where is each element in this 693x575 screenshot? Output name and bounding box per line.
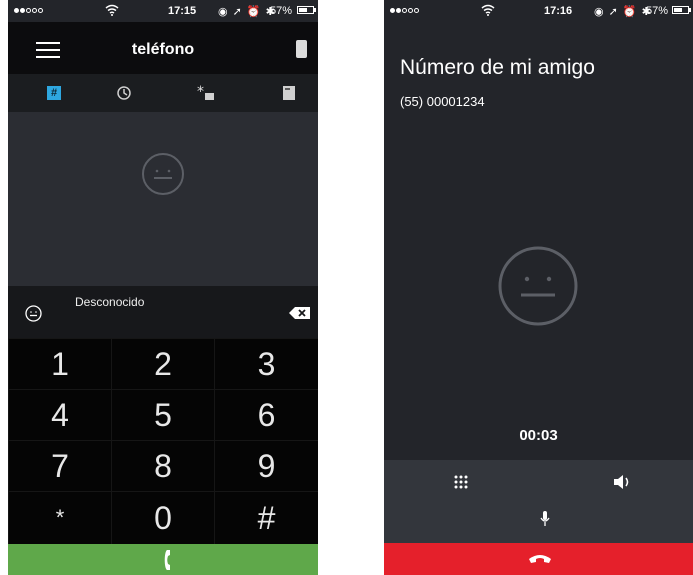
dial-keypad: 1 2 3 4 5 6 7 8 9 * 0 # (8, 338, 318, 544)
caller-label: Desconocido (75, 295, 145, 309)
in-call-screen: 17:16 ◉ ➚ ⏰ ✱ 57% Número de mi amigo (55… (384, 0, 693, 575)
microphone-icon[interactable] (540, 511, 550, 527)
status-bar: 17:16 ◉ ➚ ⏰ ✱ 57% (384, 0, 693, 22)
speaker-icon[interactable] (613, 474, 631, 490)
tab-favorites[interactable]: * (194, 80, 220, 106)
call-controls (384, 460, 693, 543)
tab-recents[interactable] (111, 80, 137, 106)
status-icons: ◉ ➚ ⏰ ✱ (594, 6, 652, 18)
key-5[interactable]: 5 (111, 389, 214, 440)
key-2[interactable]: 2 (111, 338, 214, 389)
tab-bar: # * (8, 74, 318, 112)
battery-icon (297, 6, 316, 14)
key-8[interactable]: 8 (111, 440, 214, 491)
battery-percentage: 57% (270, 5, 293, 17)
key-6[interactable]: 6 (214, 389, 318, 440)
key-0[interactable]: 0 (111, 491, 214, 544)
key-3[interactable]: 3 (214, 338, 318, 389)
contact-number: (55) 00001234 (400, 94, 485, 109)
hangup-icon (529, 555, 551, 563)
status-time: 17:16 (544, 5, 573, 17)
mobile-phone-icon[interactable] (296, 40, 307, 58)
battery-percentage: 57% (646, 5, 669, 17)
status-bar: 17:15 ◉ ➚ ⏰ ✱ 57% (8, 0, 318, 22)
signal-strength-icon (390, 8, 419, 13)
contacts-book-icon (283, 86, 295, 100)
favorites-star-icon: * (197, 84, 214, 100)
svg-text:*: * (197, 84, 204, 100)
signal-strength-icon (14, 8, 43, 13)
wifi-icon (481, 4, 495, 16)
status-icons: ◉ ➚ ⏰ ✱ (218, 6, 276, 18)
page-title: teléfono (131, 41, 195, 58)
call-timer: 00:03 (519, 427, 558, 444)
key-4[interactable]: 4 (8, 389, 111, 440)
key-hash[interactable]: # (214, 491, 318, 544)
call-button[interactable] (8, 544, 318, 575)
tab-contacts[interactable] (276, 80, 302, 106)
smiley-face-icon (498, 246, 578, 326)
key-1[interactable]: 1 (8, 338, 111, 389)
dialpad-icon[interactable] (453, 474, 469, 490)
recents-clock-icon (117, 86, 131, 100)
key-9[interactable]: 9 (214, 440, 318, 491)
caller-avatar-icon (25, 305, 42, 322)
dialpad-tab-icon: # (47, 86, 61, 100)
app-header: teléfono (8, 22, 318, 74)
wifi-icon (105, 4, 119, 16)
dialer-screen: 17:15 ◉ ➚ ⏰ ✱ 57% teléfono # * Desconoci… (8, 0, 318, 575)
backspace-icon[interactable] (289, 307, 310, 319)
contact-avatar-area (8, 112, 318, 286)
hangup-button[interactable] (384, 543, 693, 575)
phone-handset-icon (164, 550, 170, 570)
contact-name: Número de mi amigo (400, 56, 595, 79)
number-display-row: Desconocido (8, 286, 318, 338)
key-star[interactable]: * (8, 491, 111, 544)
smiley-face-icon (142, 153, 184, 195)
key-7[interactable]: 7 (8, 440, 111, 491)
tab-dialpad[interactable]: # (41, 80, 67, 106)
battery-icon (672, 6, 691, 14)
status-time: 17:15 (168, 5, 197, 17)
